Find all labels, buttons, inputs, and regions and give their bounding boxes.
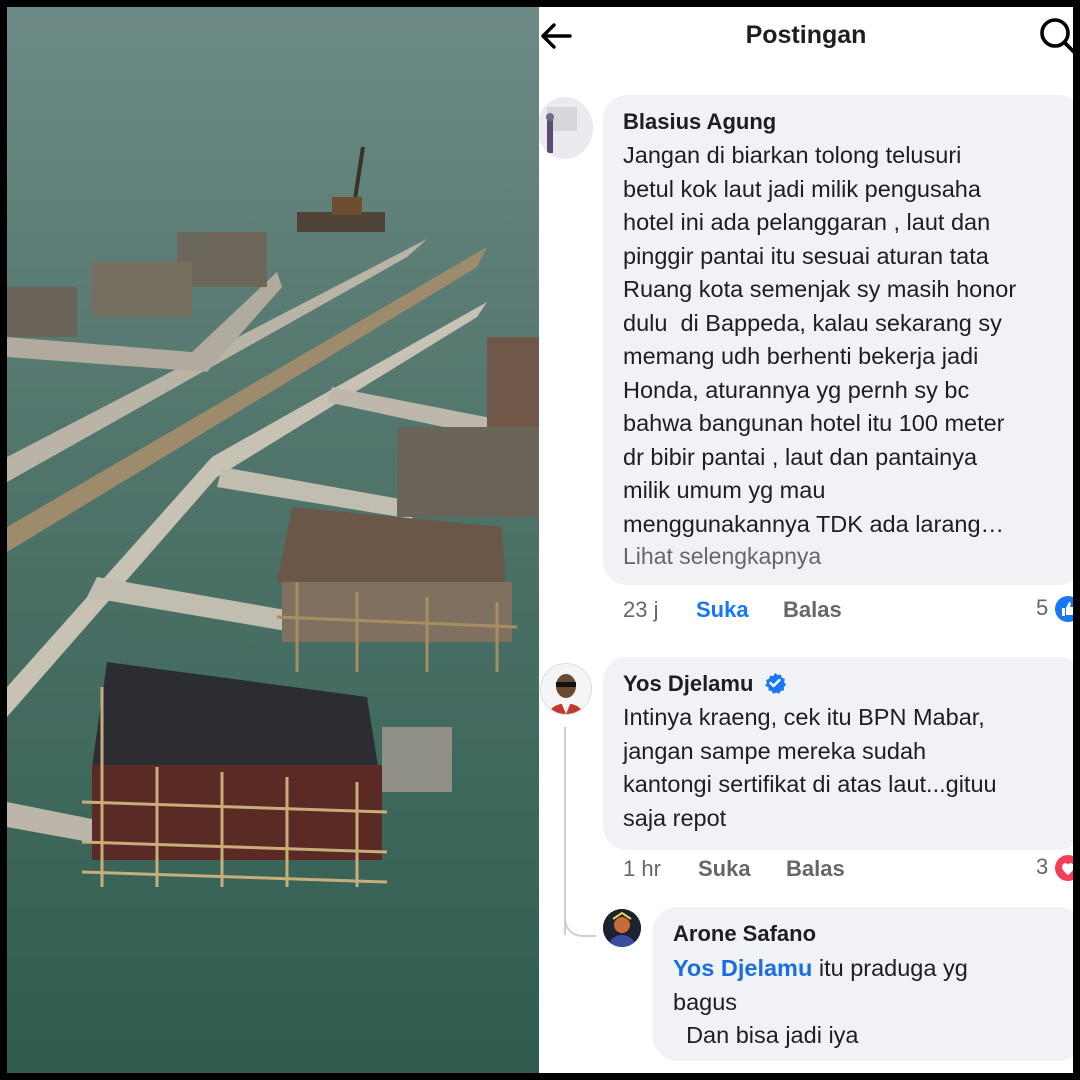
comments-panel: Postingan Blasius Agung Jangan di biarka…: [539, 7, 1073, 1073]
post-photo[interactable]: [7, 7, 539, 1073]
comment-bubble[interactable]: Blasius Agung Jangan di biarkan tolong t…: [603, 95, 1073, 585]
thread-elbow: [564, 895, 596, 937]
page-title: Postingan: [745, 21, 867, 49]
comment-bubble[interactable]: Yos Djelamu Intinya kraeng, cek itu BPN …: [603, 657, 1073, 850]
like-button[interactable]: Suka: [698, 856, 751, 882]
like-button[interactable]: Suka: [696, 597, 749, 623]
reply-button[interactable]: Balas: [783, 597, 842, 623]
comment-time: 23 j: [623, 597, 659, 622]
avatar[interactable]: [603, 909, 641, 947]
reaction-count[interactable]: 3: [1036, 854, 1073, 884]
reply-author[interactable]: Arone Safano: [673, 921, 816, 947]
comment-text: Jangan di biarkan tolong telusuri betul …: [623, 142, 1017, 537]
verified-badge-icon: [764, 672, 786, 700]
reply-text: Yos Djelamu itu praduga yg bagus Dan bis…: [673, 952, 1073, 1053]
comment-text: Intinya kraeng, cek itu BPN Mabar, janga…: [623, 704, 997, 831]
see-more-link[interactable]: Lihat selengkapnya: [623, 543, 821, 570]
comment-author[interactable]: Yos Djelamu: [623, 671, 786, 700]
reply-button[interactable]: Balas: [786, 856, 845, 882]
reaction-number: 5: [1036, 595, 1049, 620]
reaction-count[interactable]: 5: [1036, 595, 1073, 625]
search-icon[interactable]: [1039, 17, 1073, 57]
comment-time: 1 hr: [623, 856, 661, 881]
comment-actions: 23 j Suka Balas: [623, 597, 1063, 627]
top-bar: Postingan: [539, 7, 1073, 67]
comment-author[interactable]: Blasius Agung: [623, 109, 776, 135]
reply-bubble[interactable]: Arone Safano Yos Djelamu itu praduga yg …: [653, 907, 1073, 1061]
construction-scene-image: [7, 7, 539, 1073]
comment-actions: 1 hr Suka Balas: [623, 856, 1063, 886]
author-name: Yos Djelamu: [623, 671, 754, 696]
reaction-number: 3: [1036, 854, 1049, 879]
avatar[interactable]: [540, 663, 592, 715]
mention-link[interactable]: Yos Djelamu: [673, 955, 812, 981]
like-icon: [1054, 595, 1073, 629]
avatar[interactable]: [539, 97, 593, 159]
heart-icon: [1054, 854, 1073, 888]
